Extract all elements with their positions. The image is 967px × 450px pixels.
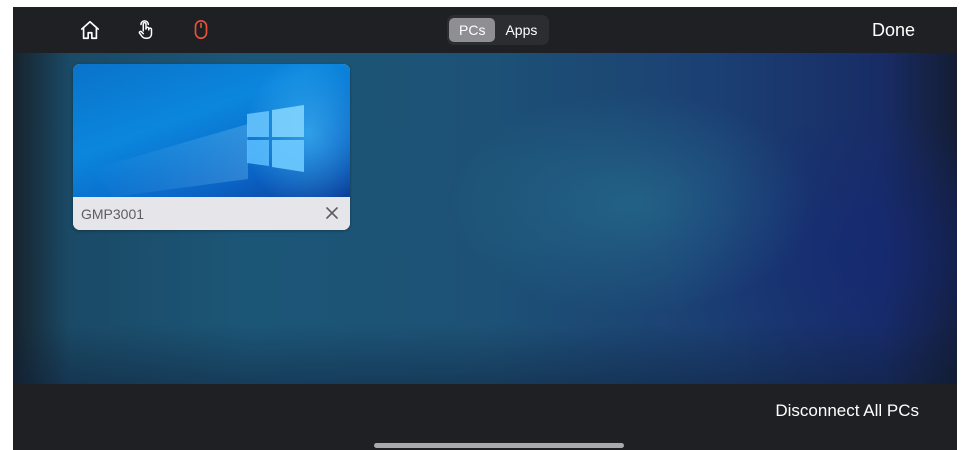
pcs-apps-segmented-control: PCs Apps (447, 15, 550, 45)
segment-apps[interactable]: Apps (495, 18, 547, 42)
pc-name-label: GMP3001 (81, 206, 145, 222)
pc-session-card[interactable]: GMP3001 (73, 64, 350, 230)
mouse-icon[interactable] (188, 17, 214, 43)
session-switcher-screen: PCs Apps Done GMP3001 Disconnect All PCs (13, 7, 957, 450)
touch-icon[interactable] (133, 17, 159, 43)
session-area: GMP3001 (13, 53, 957, 384)
pc-thumbnail[interactable] (73, 64, 350, 197)
segment-pcs[interactable]: PCs (449, 18, 496, 42)
close-icon[interactable] (323, 204, 341, 222)
top-toolbar: PCs Apps Done (13, 7, 957, 53)
bottom-toolbar: Disconnect All PCs (13, 384, 957, 450)
pc-card-footer: GMP3001 (73, 197, 350, 230)
home-indicator[interactable] (374, 443, 624, 448)
windows-logo-icon (93, 105, 304, 197)
disconnect-all-button[interactable]: Disconnect All PCs (775, 401, 919, 421)
home-icon[interactable] (77, 17, 103, 43)
done-button[interactable]: Done (872, 20, 915, 41)
